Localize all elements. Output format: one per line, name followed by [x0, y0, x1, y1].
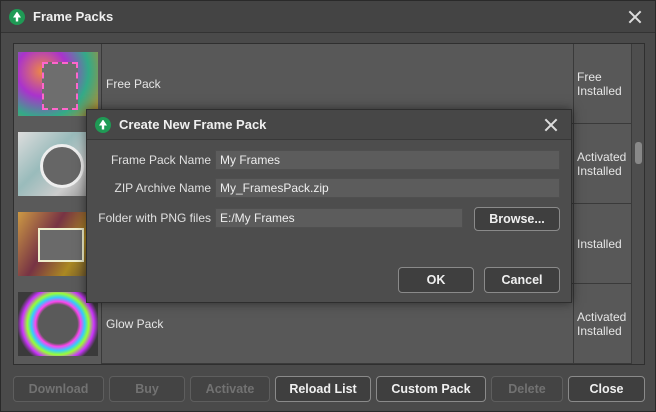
pack-status: Activated Installed	[577, 150, 627, 178]
activate-button[interactable]: Activate	[190, 376, 270, 402]
buy-button[interactable]: Buy	[109, 376, 185, 402]
download-button[interactable]: Download	[13, 376, 104, 402]
reload-list-button[interactable]: Reload List	[275, 376, 371, 402]
pack-status: Free Installed	[577, 70, 622, 98]
zip-archive-name-label: ZIP Archive Name	[114, 181, 211, 195]
delete-button[interactable]: Delete	[491, 376, 563, 402]
app-icon	[95, 116, 111, 133]
png-folder-label: Folder with PNG files	[98, 211, 211, 225]
scrollbar[interactable]	[631, 44, 644, 364]
pack-status: Installed	[577, 237, 622, 251]
pack-thumbnail	[18, 52, 98, 116]
dialog-title: Create New Frame Pack	[119, 117, 267, 132]
close-button[interactable]: Close	[568, 376, 645, 402]
pack-status: Activated Installed	[577, 310, 627, 338]
zip-archive-name-input[interactable]: My_FramesPack.zip	[215, 178, 560, 198]
cancel-button[interactable]: Cancel	[484, 267, 560, 293]
window-title: Frame Packs	[33, 9, 114, 24]
frame-pack-name-label: Frame Pack Name	[110, 153, 211, 167]
dialog-title-bar: Create New Frame Pack	[87, 110, 571, 140]
close-icon[interactable]	[541, 115, 561, 135]
browse-button[interactable]: Browse...	[474, 207, 560, 231]
close-icon[interactable]	[625, 7, 645, 27]
custom-pack-button[interactable]: Custom Pack	[376, 376, 486, 402]
png-folder-input[interactable]: E:/My Frames	[215, 208, 463, 228]
create-frame-pack-dialog: Create New Frame Pack Frame Pack Name My…	[86, 109, 572, 303]
frame-pack-name-input[interactable]: My Frames	[215, 150, 560, 170]
title-bar: Frame Packs	[1, 1, 655, 33]
app-icon	[9, 8, 25, 25]
ok-button[interactable]: OK	[398, 267, 474, 293]
scrollbar-thumb[interactable]	[635, 142, 642, 164]
frame-packs-window: Frame Packs Free Pack Free Installed Act…	[0, 0, 656, 412]
